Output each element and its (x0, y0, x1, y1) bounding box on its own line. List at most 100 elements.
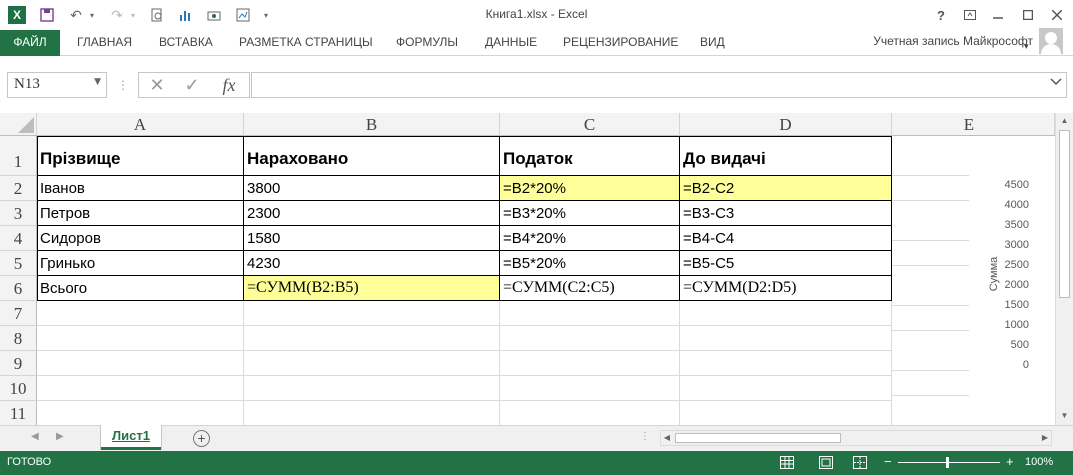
cell-d3[interactable]: =B3-C3 (680, 201, 892, 226)
row-header-1[interactable]: 1 (0, 136, 37, 176)
account-name[interactable]: Учетная запись Майкрософт (873, 34, 1033, 48)
chart-y-tick-label: 2500 (1005, 259, 1029, 271)
cancel-entry-icon[interactable]: ✕ (143, 73, 171, 97)
cell-b4[interactable]: 1580 (244, 226, 500, 251)
horizontal-scrollbar[interactable]: ◀ ▶ (660, 430, 1052, 446)
scroll-down-icon[interactable]: ▼ (1056, 409, 1073, 423)
cell-b6[interactable]: =СУММ(B2:B5) (244, 276, 500, 301)
cell-a3[interactable]: Петров (37, 201, 244, 226)
prev-sheet-icon[interactable]: ◀ (31, 431, 39, 442)
row-header-9[interactable]: 9 (0, 351, 37, 376)
ribbon-display-options-icon[interactable] (959, 5, 981, 25)
page-layout-view-icon[interactable] (819, 456, 833, 469)
cell-c3[interactable]: =B3*20% (500, 201, 680, 226)
cell-a4[interactable]: Сидоров (37, 226, 244, 251)
empty-cells-col-e[interactable] (892, 136, 970, 425)
name-box-value: N13 (14, 76, 40, 92)
scroll-right-icon[interactable]: ▶ (1039, 431, 1051, 445)
expand-formula-bar-icon[interactable] (1050, 78, 1062, 89)
chart-y-tick-label: 4500 (1005, 179, 1029, 191)
close-icon[interactable] (1046, 5, 1068, 25)
add-sheet-icon[interactable]: + (193, 430, 210, 447)
tab-review[interactable]: РЕЦЕНЗИРОВАНИЕ (563, 30, 678, 56)
column-header-b[interactable]: B (244, 113, 500, 136)
chart-y-tick-label: 4000 (1005, 199, 1029, 211)
tab-insert[interactable]: ВСТАВКА (159, 30, 213, 56)
empty-cells-col-a[interactable] (37, 301, 244, 425)
cell-a6[interactable]: Всього (37, 276, 244, 301)
column-header-a[interactable]: A (37, 113, 244, 136)
cell-b5[interactable]: 4230 (244, 251, 500, 276)
status-text: ГОТОВО (7, 456, 52, 468)
tab-page-layout[interactable]: РАЗМЕТКА СТРАНИЦЫ (239, 30, 373, 56)
column-header-d[interactable]: D (680, 113, 892, 136)
cell-a2[interactable]: Іванов (37, 176, 244, 201)
chart-y-tick-label: 1500 (1005, 299, 1029, 311)
help-button[interactable]: ? (930, 5, 952, 25)
row-header-4[interactable]: 4 (0, 226, 37, 251)
horizontal-scroll-thumb[interactable] (675, 433, 841, 443)
column-header-c[interactable]: C (500, 113, 680, 136)
cell-c4[interactable]: =B4*20% (500, 226, 680, 251)
cell-a1[interactable]: Прізвище (37, 136, 244, 176)
embedded-chart[interactable]: 4500 4000 3500 3000 2500 2000 1500 1000 500 0 Сумм… (969, 136, 1055, 425)
formula-bar: N13 ▼ ⋮ ✕ ✓ fx (0, 57, 1073, 113)
column-header-e[interactable]: E (892, 113, 1055, 136)
cell-c6[interactable]: =СУММ(C2:C5) (500, 276, 680, 301)
cell-d1[interactable]: До видачі (680, 136, 892, 176)
cell-c2[interactable]: =B2*20% (500, 176, 680, 201)
insert-function-icon[interactable]: fx (214, 73, 244, 97)
cell-a5[interactable]: Гринько (37, 251, 244, 276)
cell-c1[interactable]: Податок (500, 136, 680, 176)
minimize-icon[interactable] (987, 5, 1009, 25)
scroll-left-icon[interactable]: ◀ (661, 431, 673, 445)
next-sheet-icon[interactable]: ▶ (56, 431, 64, 442)
scroll-up-icon[interactable]: ▲ (1056, 114, 1073, 128)
zoom-level[interactable]: 100% (1025, 456, 1053, 468)
normal-view-icon[interactable] (780, 456, 794, 469)
name-box-dropdown-icon[interactable]: ▼ (94, 77, 101, 87)
row-header-6[interactable]: 6 (0, 276, 37, 301)
row-header-5[interactable]: 5 (0, 251, 37, 276)
cell-d4[interactable]: =B4-C4 (680, 226, 892, 251)
page-break-view-icon[interactable] (853, 456, 867, 469)
tab-split-handle-icon[interactable]: ⋮ (640, 431, 650, 442)
avatar[interactable] (1039, 28, 1063, 54)
tab-file[interactable]: ФАЙЛ (0, 30, 60, 56)
zoom-out-icon[interactable]: − (884, 454, 892, 469)
cell-b1[interactable]: Нараховано (244, 136, 500, 176)
cell-d5[interactable]: =B5-C5 (680, 251, 892, 276)
select-all-corner[interactable] (0, 113, 37, 136)
empty-cells-col-d[interactable] (680, 301, 892, 425)
cell-c5[interactable]: =B5*20% (500, 251, 680, 276)
tab-formulas[interactable]: ФОРМУЛЫ (396, 30, 458, 56)
chart-y-axis-label: Сумма (988, 256, 1000, 291)
row-header-11[interactable]: 11 (0, 401, 37, 425)
formula-input[interactable] (251, 72, 1067, 98)
title-bar: X ↶ ▾ ↷ ▾ ▾ Книга1.xlsx - Excel ? (0, 0, 1073, 30)
cell-b3[interactable]: 2300 (244, 201, 500, 226)
row-header-7[interactable]: 7 (0, 301, 37, 326)
row-header-3[interactable]: 3 (0, 201, 37, 226)
formula-bar-grip-icon: ⋮ (117, 78, 129, 92)
tab-view[interactable]: ВИД (700, 30, 725, 56)
row-header-2[interactable]: 2 (0, 176, 37, 201)
tab-data[interactable]: ДАННЫЕ (485, 30, 537, 56)
cell-b2[interactable]: 3800 (244, 176, 500, 201)
row-header-10[interactable]: 10 (0, 376, 37, 401)
vertical-scrollbar[interactable]: ▲ ▼ (1055, 113, 1073, 425)
confirm-entry-icon[interactable]: ✓ (178, 73, 206, 97)
name-box[interactable]: N13 ▼ (7, 72, 107, 98)
cell-d2[interactable]: =B2-C2 (680, 176, 892, 201)
vertical-scroll-thumb[interactable] (1059, 130, 1070, 298)
zoom-slider[interactable] (898, 462, 1000, 463)
cell-d6[interactable]: =СУММ(D2:D5) (680, 276, 892, 301)
maximize-icon[interactable] (1017, 5, 1039, 25)
empty-cells-col-b[interactable] (244, 301, 500, 425)
zoom-slider-thumb[interactable] (946, 457, 949, 468)
row-header-8[interactable]: 8 (0, 326, 37, 351)
zoom-in-icon[interactable]: + (1006, 454, 1014, 469)
sheet-tab-active[interactable]: Лист1 (101, 425, 161, 450)
empty-cells-col-c[interactable] (500, 301, 680, 425)
tab-home[interactable]: ГЛАВНАЯ (77, 30, 132, 56)
